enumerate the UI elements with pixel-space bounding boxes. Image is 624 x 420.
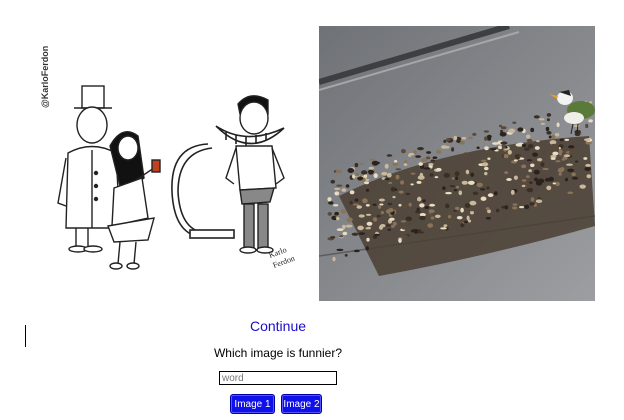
cartoon-drawing: @KarloFerdon Karlo Ferdon <box>40 46 296 270</box>
question-text: Which image is funnier? <box>213 346 343 360</box>
street-photo-drawing <box>319 26 595 301</box>
image-1-button[interactable]: Image 1 <box>230 394 275 414</box>
cartoon-handle: @KarloFerdon <box>40 46 50 108</box>
street-photo <box>319 26 595 301</box>
cartoon-image: @KarloFerdon Karlo Ferdon <box>36 28 308 300</box>
word-input[interactable] <box>219 371 337 385</box>
page: @KarloFerdon Karlo Ferdon Continue Which… <box>0 0 624 420</box>
image-2-button[interactable]: Image 2 <box>281 394 322 414</box>
continue-link[interactable]: Continue <box>0 318 556 334</box>
